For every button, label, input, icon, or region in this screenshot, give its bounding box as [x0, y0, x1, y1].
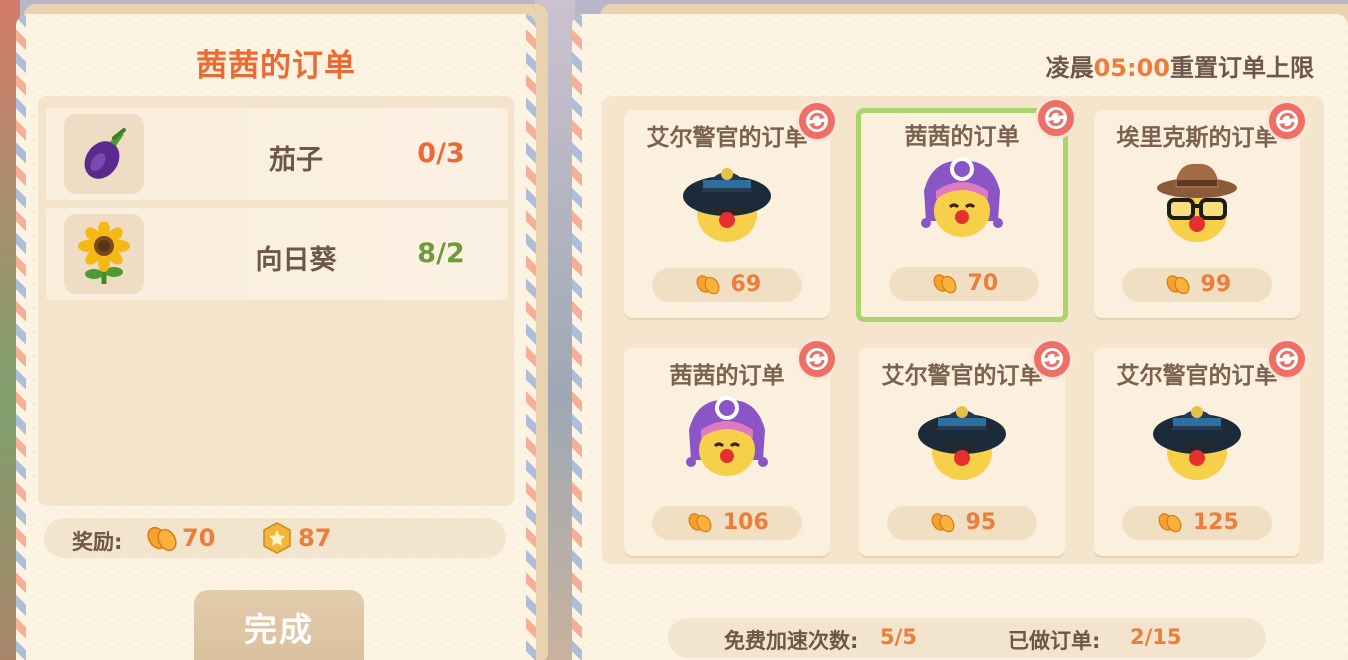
refresh-icon — [806, 110, 828, 132]
refresh-icon — [1276, 348, 1298, 370]
order-reward-value: 95 — [965, 510, 997, 535]
refresh-icon — [1276, 110, 1298, 132]
order-status-bar: 免费加速次数: 5/5 已做订单: 2/15 — [668, 618, 1266, 658]
order-reward: 99 — [1122, 268, 1272, 302]
glasses-hat-avatar — [1157, 163, 1237, 242]
item-icon-slot — [64, 114, 144, 194]
coin-bean-icon — [147, 526, 177, 552]
purple-jester-avatar — [921, 157, 1003, 237]
star-badge-icon — [263, 522, 291, 554]
order-card-title: 茜茜的订单 — [904, 124, 1020, 150]
reset-time: 05:00 — [1093, 54, 1170, 82]
refresh-order-button[interactable] — [796, 338, 838, 380]
refresh-order-button[interactable] — [1266, 100, 1308, 142]
coin-bean-icon — [1158, 513, 1182, 533]
refresh-order-button[interactable] — [796, 100, 838, 142]
order-reward: 125 — [1122, 506, 1272, 540]
refresh-order-button[interactable] — [1266, 338, 1308, 380]
sunflower-icon — [78, 222, 130, 284]
order-reward-value: 69 — [730, 272, 762, 297]
reward-label: 奖励: — [72, 530, 123, 554]
order-title: 茜茜的订单 — [196, 48, 356, 84]
order-card[interactable]: 艾尔警官的订单 69 — [624, 100, 838, 318]
order-detail-panel: 茜茜的订单 茄子 0/3 向日葵 8/2 奖励: 70 87 完成 — [16, 14, 536, 660]
item-name: 茄子 — [269, 145, 323, 176]
item-count: 8/2 — [417, 238, 465, 269]
refresh-order-button[interactable] — [1031, 338, 1073, 380]
order-reward-value: 125 — [1192, 510, 1239, 535]
reset-prefix: 凌晨 — [1045, 54, 1094, 82]
airmail-stripe-left — [572, 14, 582, 660]
order-reward: 95 — [887, 506, 1037, 540]
reward-bar: 奖励: 70 87 — [44, 518, 506, 558]
police-officer-avatar — [918, 406, 1006, 480]
coin-bean-icon — [931, 513, 955, 533]
item-count: 0/3 — [417, 138, 465, 169]
order-board-panel: 凌晨05:00重置订单上限 艾尔警官的订单 69 茜茜的订单 70 埃里克斯的订… — [572, 14, 1348, 660]
purple-jester-avatar — [686, 396, 768, 476]
reset-suffix: 重置订单上限 — [1170, 54, 1314, 82]
order-reward-value: 99 — [1200, 272, 1232, 297]
order-reward: 106 — [652, 506, 802, 540]
eggplant-icon — [84, 128, 126, 179]
order-card[interactable]: 艾尔警官的订单 125 — [1094, 338, 1308, 556]
free-speedup-label: 免费加速次数: — [724, 629, 859, 653]
coin-bean-icon — [696, 275, 720, 295]
item-name: 向日葵 — [255, 245, 337, 276]
police-officer-avatar — [683, 168, 771, 242]
order-card[interactable]: 埃里克斯的订单 99 — [1094, 100, 1308, 318]
airmail-stripe-right — [526, 14, 536, 660]
reward-star-value: 87 — [298, 524, 332, 552]
airmail-stripe-left — [16, 14, 26, 660]
order-reward: 69 — [652, 268, 802, 302]
refresh-order-button[interactable] — [1035, 97, 1077, 139]
coin-bean-icon — [933, 274, 957, 294]
order-item-row[interactable]: 茄子 0/3 — [46, 108, 508, 200]
refresh-icon — [1045, 107, 1067, 129]
reward-coin-value: 70 — [182, 524, 216, 552]
refresh-icon — [1041, 348, 1063, 370]
order-item-row[interactable]: 向日葵 8/2 — [46, 208, 508, 300]
free-speedup-value: 5/5 — [880, 625, 917, 649]
order-reward: 70 — [889, 267, 1039, 301]
done-orders-label: 已做订单: — [1008, 629, 1101, 653]
refresh-icon — [806, 348, 828, 370]
order-card-selected[interactable]: 茜茜的订单 70 — [856, 97, 1077, 322]
item-icon-slot — [64, 214, 144, 294]
coin-bean-icon — [1166, 275, 1190, 295]
coin-bean-icon — [688, 513, 712, 533]
order-card[interactable]: 茜茜的订单 106 — [624, 338, 838, 556]
order-reward-value: 106 — [722, 510, 769, 535]
order-reward-value: 70 — [967, 271, 999, 296]
order-card[interactable]: 艾尔警官的订单 95 — [859, 338, 1073, 556]
done-orders-value: 2/15 — [1130, 625, 1182, 649]
complete-button[interactable]: 完成 — [194, 590, 364, 660]
reset-info: 凌晨05:00重置订单上限 — [1046, 48, 1314, 83]
police-officer-avatar — [1153, 406, 1241, 480]
